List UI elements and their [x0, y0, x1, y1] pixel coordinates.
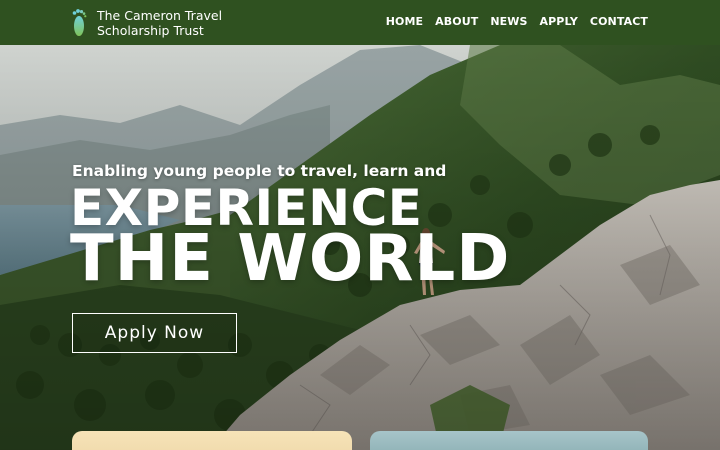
feature-card-1[interactable]: [72, 431, 352, 450]
main-nav: HOME ABOUT NEWS APPLY CONTACT: [374, 15, 648, 28]
hero-headline-line-2: THE WORLD: [70, 222, 511, 296]
apply-now-button[interactable]: Apply Now: [72, 313, 237, 353]
nav-home[interactable]: HOME: [386, 15, 423, 28]
brand-name: The Cameron Travel Scholarship Trust: [97, 8, 222, 38]
hero-tagline: Enabling young people to travel, learn a…: [72, 162, 447, 180]
site-logo[interactable]: The Cameron Travel Scholarship Trust: [70, 8, 222, 38]
brand-line-1: The Cameron Travel: [97, 8, 223, 23]
site-header: The Cameron Travel Scholarship Trust HOM…: [0, 0, 720, 45]
nav-apply[interactable]: APPLY: [540, 15, 578, 28]
feature-card-2[interactable]: [370, 431, 648, 450]
nav-contact[interactable]: CONTACT: [590, 15, 648, 28]
nav-news[interactable]: NEWS: [490, 15, 527, 28]
footprint-icon: [70, 8, 88, 38]
brand-line-2: Scholarship Trust: [97, 23, 204, 38]
hero-section: Enabling young people to travel, learn a…: [0, 45, 720, 450]
nav-about[interactable]: ABOUT: [435, 15, 478, 28]
